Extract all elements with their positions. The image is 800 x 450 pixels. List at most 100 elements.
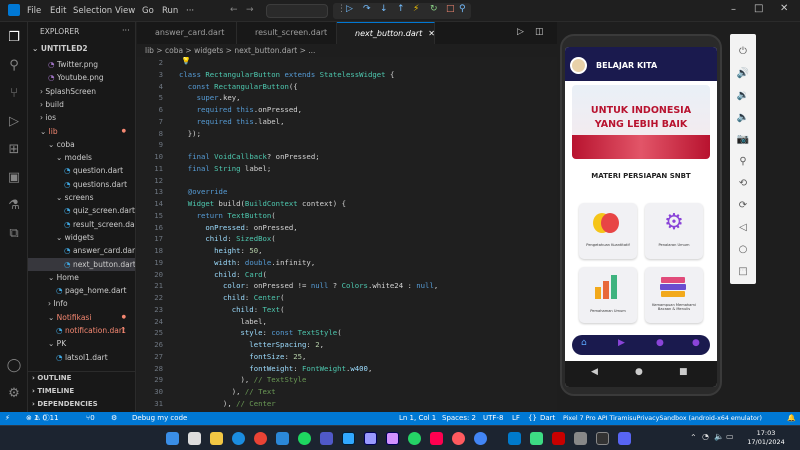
source-control-icon[interactable]: ⑂ bbox=[6, 86, 22, 102]
clock-date[interactable]: 17/01/2024 bbox=[740, 438, 792, 446]
run-file-icon[interactable]: ▷ bbox=[517, 27, 524, 37]
line-ending[interactable]: LF bbox=[512, 412, 520, 425]
android-studio-icon[interactable] bbox=[530, 432, 543, 445]
back-icon[interactable]: ◀ bbox=[591, 367, 598, 377]
discord-icon[interactable] bbox=[618, 432, 631, 445]
app3-icon[interactable] bbox=[574, 432, 587, 445]
chrome-icon[interactable] bbox=[254, 432, 267, 445]
debug-config[interactable]: Debug my code bbox=[132, 412, 187, 425]
tree-item[interactable]: ◔ Youtube.png bbox=[28, 71, 135, 84]
zoom-icon[interactable]: ⚲ bbox=[730, 156, 756, 167]
nav-forward-icon[interactable]: → bbox=[246, 5, 254, 15]
tray-chevron-icon[interactable]: ⌃ bbox=[690, 433, 697, 442]
hot-reload-icon[interactable]: ⚡ bbox=[413, 4, 419, 14]
extensions-icon[interactable]: ⊞ bbox=[6, 142, 22, 158]
tab-next-button[interactable]: next_button.dart ✕ bbox=[337, 22, 435, 44]
tree-item[interactable]: ⌄ widgets bbox=[28, 231, 135, 244]
step-over-icon[interactable]: ↷ bbox=[363, 4, 371, 14]
settings-gear-icon[interactable]: ⚙ bbox=[6, 386, 22, 402]
tree-item[interactable]: ⌄ coba bbox=[28, 138, 135, 151]
tab-close-icon[interactable]: ✕ bbox=[428, 29, 435, 38]
video-icon[interactable]: ▶ bbox=[618, 338, 625, 348]
restart-icon[interactable]: ↻ bbox=[430, 4, 438, 14]
tree-item[interactable]: ⌄ models bbox=[28, 151, 135, 164]
tree-item[interactable]: ⌄ Home bbox=[28, 271, 135, 284]
clock-time[interactable]: 17:03 bbox=[746, 429, 786, 437]
debug-icon[interactable]: ⚙ bbox=[111, 412, 117, 425]
tree-item[interactable]: ◔ answer_card.dart bbox=[28, 244, 135, 257]
file-explorer-icon[interactable] bbox=[210, 432, 223, 445]
minimize-icon[interactable]: – bbox=[731, 4, 736, 15]
language-mode[interactable]: Dart bbox=[540, 412, 555, 425]
devtools-icon[interactable]: ⚲ bbox=[459, 4, 466, 14]
start-icon[interactable] bbox=[166, 432, 179, 445]
card-pemahaman-umum[interactable]: Pemahaman Umum bbox=[579, 267, 637, 323]
teams-icon[interactable] bbox=[320, 432, 333, 445]
run-debug-icon[interactable]: ▷ bbox=[6, 114, 22, 130]
close-window-icon[interactable]: ✕ bbox=[780, 3, 788, 14]
home-button-icon[interactable]: ● bbox=[635, 367, 643, 377]
menu-view[interactable]: View bbox=[115, 6, 135, 16]
tree-item[interactable]: ◔ Twitter.png bbox=[28, 58, 135, 71]
volume-up-icon[interactable]: 🔊 bbox=[730, 68, 756, 79]
app2-icon[interactable] bbox=[552, 432, 565, 445]
power-icon[interactable]: ⏻ bbox=[730, 46, 756, 57]
rotate-right-icon[interactable]: ⟳ bbox=[730, 200, 756, 211]
tree-item[interactable]: › ios bbox=[28, 111, 135, 124]
notification-icon[interactable]: ● bbox=[656, 338, 664, 348]
app4-icon[interactable] bbox=[596, 432, 609, 445]
camera-icon[interactable]: 📷 bbox=[730, 134, 756, 145]
code-editor[interactable]: 💡 2 3 class RectangularButton extends Stat… bbox=[137, 57, 557, 412]
continue-icon[interactable]: ▷ bbox=[346, 4, 353, 14]
spotify-icon[interactable] bbox=[298, 432, 311, 445]
command-center-search[interactable] bbox=[266, 4, 328, 18]
card-kemampuan-memahami[interactable]: Kemampuan Memahami Bacaan & Menulis bbox=[645, 267, 703, 323]
drag-handle-icon[interactable]: ⋮ bbox=[337, 4, 346, 14]
ports-indicator[interactable]: ⑂ 0 bbox=[86, 412, 95, 425]
testing-icon[interactable]: ⚗ bbox=[6, 198, 22, 214]
project-root[interactable]: ⌄ UNTITLED2 bbox=[32, 44, 88, 53]
menu-edit[interactable]: Edit bbox=[50, 6, 66, 16]
tree-item[interactable]: ◔ latsol1.dart bbox=[28, 351, 135, 364]
device-selector[interactable]: Pixel 7 Pro API TiramisuPrivacySandbox (… bbox=[563, 412, 762, 425]
timeline-section[interactable]: › TIMELINE bbox=[28, 385, 135, 398]
explorer-more-icon[interactable]: ··· bbox=[122, 26, 130, 35]
tree-item[interactable]: ⌄ Notifikasi ● bbox=[28, 311, 135, 324]
problems-indicator[interactable]: ⊗ 1 ⚠ 0 ⓘ 11 bbox=[26, 412, 59, 425]
menu-more[interactable]: ··· bbox=[186, 6, 194, 16]
store-icon[interactable] bbox=[276, 432, 289, 445]
menu-run[interactable]: Run bbox=[162, 6, 178, 16]
recents-icon[interactable]: ■ bbox=[679, 367, 688, 377]
volume-down-icon[interactable]: 🔉 bbox=[730, 90, 756, 101]
tree-item[interactable]: ◔ questions.dart bbox=[28, 178, 135, 191]
tree-item[interactable]: ◔ question.dart bbox=[28, 164, 135, 177]
tree-item[interactable]: ◔ next_button.dart bbox=[28, 257, 135, 271]
encoding[interactable]: UTF-8 bbox=[483, 412, 503, 425]
indentation[interactable]: Spaces: 2 bbox=[442, 412, 476, 425]
remote-explorer-icon[interactable]: ▣ bbox=[6, 170, 22, 186]
tree-item[interactable]: ◔ notification.dart 1 bbox=[28, 324, 135, 337]
chrome-profile-icon[interactable] bbox=[474, 432, 487, 445]
tree-item[interactable]: › build bbox=[28, 98, 135, 111]
breadcrumb[interactable]: lib > coba > widgets > next_button.dart … bbox=[137, 44, 557, 57]
menu-selection[interactable]: Selection bbox=[73, 6, 112, 16]
remote-indicator-icon[interactable]: ⚡ bbox=[5, 412, 10, 425]
tree-item[interactable]: › Info bbox=[28, 297, 135, 310]
profile-icon[interactable]: ● bbox=[692, 338, 700, 348]
notifications-icon[interactable]: 🔔 bbox=[787, 412, 796, 425]
emulator-screen[interactable]: BELAJAR KITA UNTUK INDONESIA YANG LEBIH … bbox=[565, 47, 717, 387]
cursor-position[interactable]: Ln 1, Col 1 bbox=[399, 412, 436, 425]
whatsapp-icon[interactable] bbox=[408, 432, 421, 445]
emulator-more-icon[interactable]: ··· bbox=[739, 266, 747, 275]
tree-item[interactable]: ◔ result_screen.dart bbox=[28, 218, 135, 231]
rotate-left-icon[interactable]: ⟲ bbox=[730, 178, 756, 189]
tree-item[interactable]: ⌄ lib ● bbox=[28, 125, 135, 138]
task-view-icon[interactable] bbox=[188, 432, 201, 445]
flutter-devtools-icon[interactable]: ⧉ bbox=[6, 226, 22, 242]
tab-answer-card[interactable]: answer_card.dart bbox=[137, 22, 237, 44]
card-penalaran-umum[interactable]: ⚙ Penalaran Umum bbox=[645, 203, 703, 259]
volume-icon[interactable]: 🔈 bbox=[714, 432, 724, 441]
after-effects-icon[interactable] bbox=[386, 432, 399, 445]
battery-icon[interactable]: ▭ bbox=[726, 432, 734, 441]
tab-result-screen[interactable]: result_screen.dart bbox=[237, 22, 337, 44]
